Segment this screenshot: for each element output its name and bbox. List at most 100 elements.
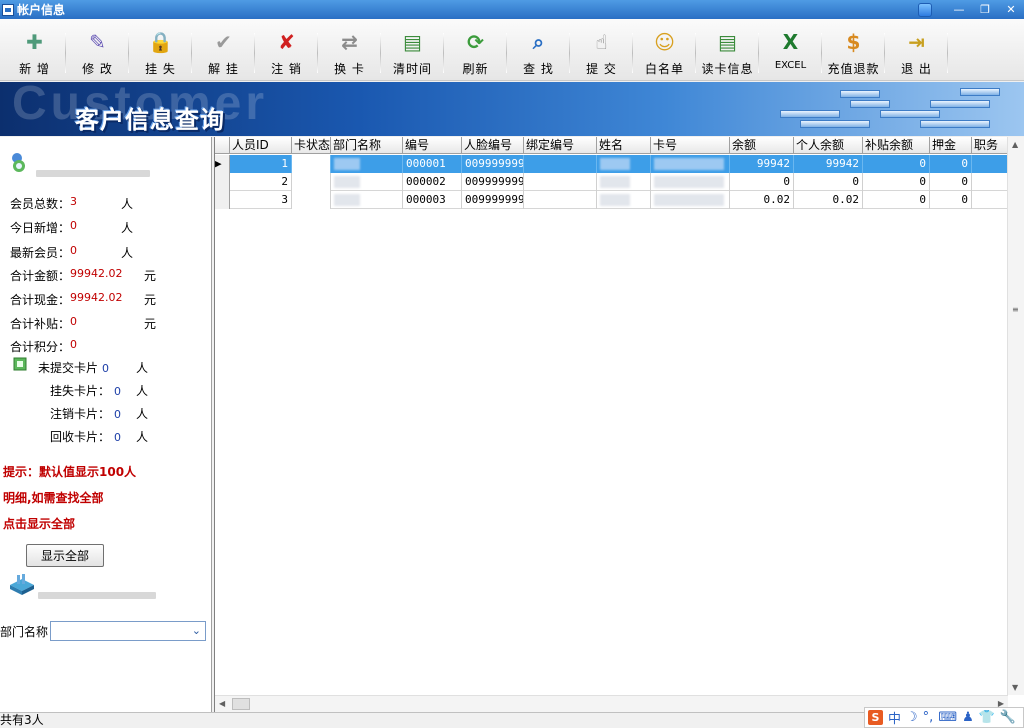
row-indicator[interactable] <box>215 191 230 209</box>
submit-button[interactable]: ☝ 提 交 <box>570 19 633 81</box>
cell-balance[interactable]: 99942 <box>730 155 794 173</box>
cell-name[interactable] <box>597 155 651 173</box>
scroll-up-icon[interactable]: ▲ <box>1012 140 1018 149</box>
ime-logo-icon[interactable]: S <box>868 710 883 725</box>
show-all-button[interactable]: 显示全部 <box>26 544 104 567</box>
pin-icon[interactable] <box>918 2 932 17</box>
clear-time-button[interactable]: ▤ 清时间 <box>381 19 444 81</box>
cell-dept[interactable] <box>331 191 403 209</box>
cell-id[interactable]: 1 <box>230 155 292 173</box>
cell-card-status[interactable] <box>292 191 331 209</box>
cell-position[interactable] <box>972 155 1010 173</box>
column-header[interactable]: 余额 <box>730 137 794 154</box>
excel-button[interactable]: X EXCEL <box>759 19 822 81</box>
scroll-thumb-marker[interactable]: ≡ <box>1012 305 1019 314</box>
ime-toolbar[interactable]: S 中 ☽ °, ⌨ ♟ 👕 🔧 <box>864 707 1024 728</box>
cell-card-no[interactable] <box>651 191 730 209</box>
cell-card-no[interactable] <box>651 173 730 191</box>
status-text: 共有3人 <box>0 713 44 727</box>
stat-total-amount: 合计金额： 99942.02 <box>10 267 123 283</box>
horizontal-scroll-thumb[interactable] <box>232 698 250 710</box>
cell-id[interactable]: 2 <box>230 173 292 191</box>
cancel-button[interactable]: ✘ 注 销 <box>255 19 318 81</box>
cell-code[interactable]: 000003 <box>403 191 462 209</box>
cell-deposit[interactable]: 0 <box>930 155 972 173</box>
cell-code[interactable]: 000002 <box>403 173 462 191</box>
cell-card-status[interactable] <box>292 155 331 173</box>
cell-dept[interactable] <box>331 173 403 191</box>
ime-item[interactable]: 👕 <box>979 710 995 725</box>
ime-item[interactable]: ♟ <box>962 710 974 725</box>
cell-face-code[interactable]: 009999999 <box>462 155 524 173</box>
ime-item[interactable]: 中 <box>888 708 901 727</box>
column-header[interactable]: 部门名称 <box>331 137 403 154</box>
cell-position[interactable] <box>972 173 1010 191</box>
row-indicator[interactable]: ▶ <box>215 155 230 173</box>
cell-id[interactable]: 3 <box>230 191 292 209</box>
cell-dept[interactable] <box>331 155 403 173</box>
close-button[interactable]: ✕ <box>998 2 1024 18</box>
report-loss-button[interactable]: 🔒 挂 失 <box>129 19 192 81</box>
cell-balance[interactable]: 0 <box>730 173 794 191</box>
cell-position[interactable] <box>972 191 1010 209</box>
ime-item[interactable]: ☽ <box>906 710 918 725</box>
column-header[interactable]: 卡状态 <box>292 137 331 154</box>
unlock-button[interactable]: ✔ 解 挂 <box>192 19 255 81</box>
redacted-value <box>334 176 360 188</box>
add-button[interactable]: ✚ 新 增 <box>3 19 66 81</box>
chevron-down-icon[interactable]: ⌄ <box>192 624 201 637</box>
cell-personal-balance[interactable]: 99942 <box>794 155 863 173</box>
dept-filter-label: 部门名称 <box>0 625 49 639</box>
ime-item[interactable]: ⌨ <box>938 710 957 725</box>
table-row[interactable]: ▶ 1 000001 009999999 99942 99942 0 0 <box>215 155 1010 173</box>
cell-deposit[interactable]: 0 <box>930 173 972 191</box>
maximize-button[interactable]: ❐ <box>972 2 998 18</box>
cell-deposit[interactable]: 0 <box>930 191 972 209</box>
cell-bind-code[interactable] <box>524 173 597 191</box>
cell-bind-code[interactable] <box>524 191 597 209</box>
column-header[interactable]: 职务 <box>972 137 1010 154</box>
swap-card-button[interactable]: ⇄ 换 卡 <box>318 19 381 81</box>
cell-code[interactable]: 000001 <box>403 155 462 173</box>
column-header[interactable]: 卡号 <box>651 137 730 154</box>
column-header[interactable]: 补贴余额 <box>863 137 930 154</box>
column-header[interactable]: 编号 <box>403 137 462 154</box>
cell-personal-balance[interactable]: 0 <box>794 173 863 191</box>
cell-name[interactable] <box>597 191 651 209</box>
column-header[interactable]: 人员ID <box>230 137 292 154</box>
dept-filter-select[interactable]: ⌄ <box>50 621 206 641</box>
ime-item[interactable]: °, <box>923 710 934 725</box>
row-indicator[interactable] <box>215 173 230 191</box>
cell-subsidy-balance[interactable]: 0 <box>863 155 930 173</box>
refresh-button[interactable]: ⟳ 刷新 <box>444 19 507 81</box>
cell-face-code[interactable]: 009999999 <box>462 191 524 209</box>
edit-button[interactable]: ✎ 修 改 <box>66 19 129 81</box>
cell-face-code[interactable]: 009999999 <box>462 173 524 191</box>
table-row[interactable]: 2 000002 009999999 0 0 0 0 <box>215 173 1010 191</box>
column-header[interactable]: 个人余额 <box>794 137 863 154</box>
vertical-scrollbar[interactable]: ▲ ≡ ▼ <box>1007 137 1024 695</box>
department-icon <box>10 574 34 595</box>
cell-card-status[interactable] <box>292 173 331 191</box>
cell-name[interactable] <box>597 173 651 191</box>
table-row[interactable]: 3 000003 009999999 0.02 0.02 0 0 <box>215 191 1010 209</box>
cell-personal-balance[interactable]: 0.02 <box>794 191 863 209</box>
cell-bind-code[interactable] <box>524 155 597 173</box>
scroll-down-icon[interactable]: ▼ <box>1012 683 1018 692</box>
cell-card-no[interactable] <box>651 155 730 173</box>
recharge-refund-button[interactable]: $ 充值退款 <box>822 19 885 81</box>
scroll-left-icon[interactable]: ◀ <box>219 699 225 708</box>
cell-subsidy-balance[interactable]: 0 <box>863 173 930 191</box>
read-card-button[interactable]: ▤ 读卡信息 <box>696 19 759 81</box>
search-button[interactable]: ⌕ 查 找 <box>507 19 570 81</box>
column-header[interactable]: 绑定编号 <box>524 137 597 154</box>
column-header[interactable]: 押金 <box>930 137 972 154</box>
cell-subsidy-balance[interactable]: 0 <box>863 191 930 209</box>
minimize-button[interactable]: — <box>946 2 972 18</box>
whitelist-button[interactable]: ☺ 白名单 <box>633 19 696 81</box>
column-header[interactable]: 姓名 <box>597 137 651 154</box>
cell-balance[interactable]: 0.02 <box>730 191 794 209</box>
column-header[interactable]: 人脸编号 <box>462 137 524 154</box>
ime-item[interactable]: 🔧 <box>1000 710 1016 725</box>
exit-button[interactable]: ⇥ 退 出 <box>885 19 948 81</box>
